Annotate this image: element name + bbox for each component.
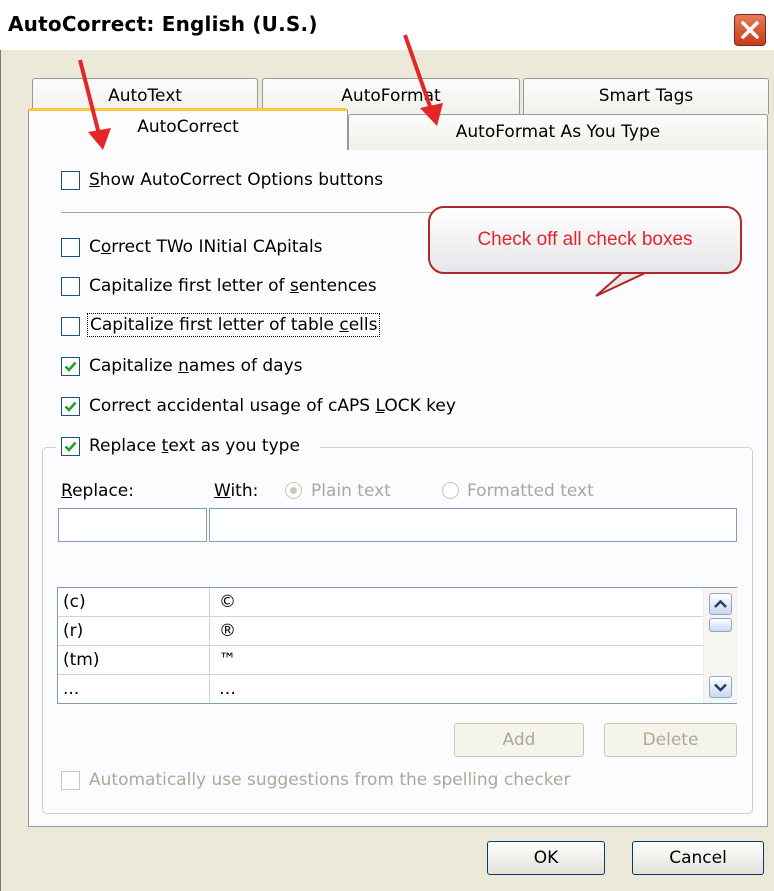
ok-button[interactable]: OK	[487, 841, 605, 875]
entry-replace: (tm)	[63, 650, 100, 670]
capitalize-days-checkbox[interactable]	[61, 357, 80, 376]
chevron-down-icon	[714, 683, 727, 692]
cancel-button[interactable]: Cancel	[632, 841, 764, 875]
correct-caps-lock-checkbox[interactable]	[61, 397, 80, 416]
list-item[interactable]: ... …	[58, 674, 703, 699]
window-title: AutoCorrect: English (U.S.)	[8, 12, 318, 36]
scroll-down-button[interactable]	[709, 676, 732, 698]
formatted-text-radio[interactable]	[442, 482, 459, 499]
correct-two-initial-capitals-label: Correct TWo INitial CApitals	[89, 237, 323, 257]
chevron-up-icon	[714, 599, 727, 608]
entries-listbox[interactable]: (c) © (r) ® (tm) ™ ... …	[57, 587, 737, 704]
with-label: With:	[214, 481, 259, 501]
scroll-up-button[interactable]	[709, 593, 732, 615]
replace-input[interactable]	[58, 508, 207, 542]
delete-button[interactable]: Delete	[604, 723, 737, 757]
scroll-thumb[interactable]	[709, 618, 732, 632]
capitalize-table-cells-label: Capitalize first letter of table cells	[87, 313, 381, 337]
entry-with: ®	[219, 621, 236, 641]
correct-caps-lock-label: Correct accidental usage of cAPS LOCK ke…	[89, 396, 456, 416]
capitalize-table-cells-checkbox[interactable]	[61, 317, 80, 336]
capitalize-days-label: Capitalize names of days	[89, 356, 303, 376]
entry-with: ™	[219, 650, 236, 670]
list-item[interactable]: (tm) ™	[58, 645, 703, 670]
replace-label: Replace:	[61, 481, 134, 501]
callout-annotation: Check off all check boxes	[428, 206, 742, 274]
vertical-scrollbar[interactable]	[703, 588, 737, 703]
entry-replace: (c)	[63, 592, 86, 612]
entry-replace: ...	[63, 679, 80, 699]
plain-text-radio[interactable]	[285, 482, 302, 499]
replace-text-label: Replace text as you type	[89, 436, 300, 456]
close-button[interactable]	[734, 14, 766, 46]
checkmark-icon	[64, 401, 77, 412]
with-input[interactable]	[209, 508, 737, 542]
show-autocorrect-options-label: Show AutoCorrect Options buttons	[89, 170, 384, 190]
capitalize-sentences-checkbox[interactable]	[61, 277, 80, 296]
entry-with: ©	[219, 592, 236, 612]
show-autocorrect-options-checkbox[interactable]	[61, 171, 80, 190]
tab-autoformat-as-you-type[interactable]: AutoFormat As You Type	[348, 114, 768, 150]
spelling-suggestions-label: Automatically use suggestions from the s…	[89, 770, 571, 790]
formatted-text-label: Formatted text	[467, 481, 594, 501]
replace-text-checkbox[interactable]	[61, 437, 80, 456]
correct-two-initial-capitals-checkbox[interactable]	[61, 238, 80, 257]
tab-smart-tags[interactable]: Smart Tags	[523, 78, 769, 114]
capitalize-sentences-label: Capitalize first letter of sentences	[89, 276, 377, 296]
checkmark-icon	[64, 441, 77, 452]
add-button[interactable]: Add	[454, 723, 584, 757]
spelling-suggestions-checkbox[interactable]	[61, 771, 80, 790]
tab-autocorrect[interactable]: AutoCorrect	[28, 108, 348, 150]
entry-with: …	[219, 679, 236, 699]
checkmark-icon	[64, 361, 77, 372]
title-bar: AutoCorrect: English (U.S.)	[0, 0, 774, 50]
plain-text-label: Plain text	[311, 481, 391, 501]
entry-replace: (r)	[63, 621, 84, 641]
close-icon	[741, 21, 759, 39]
list-item[interactable]: (r) ®	[58, 616, 703, 641]
